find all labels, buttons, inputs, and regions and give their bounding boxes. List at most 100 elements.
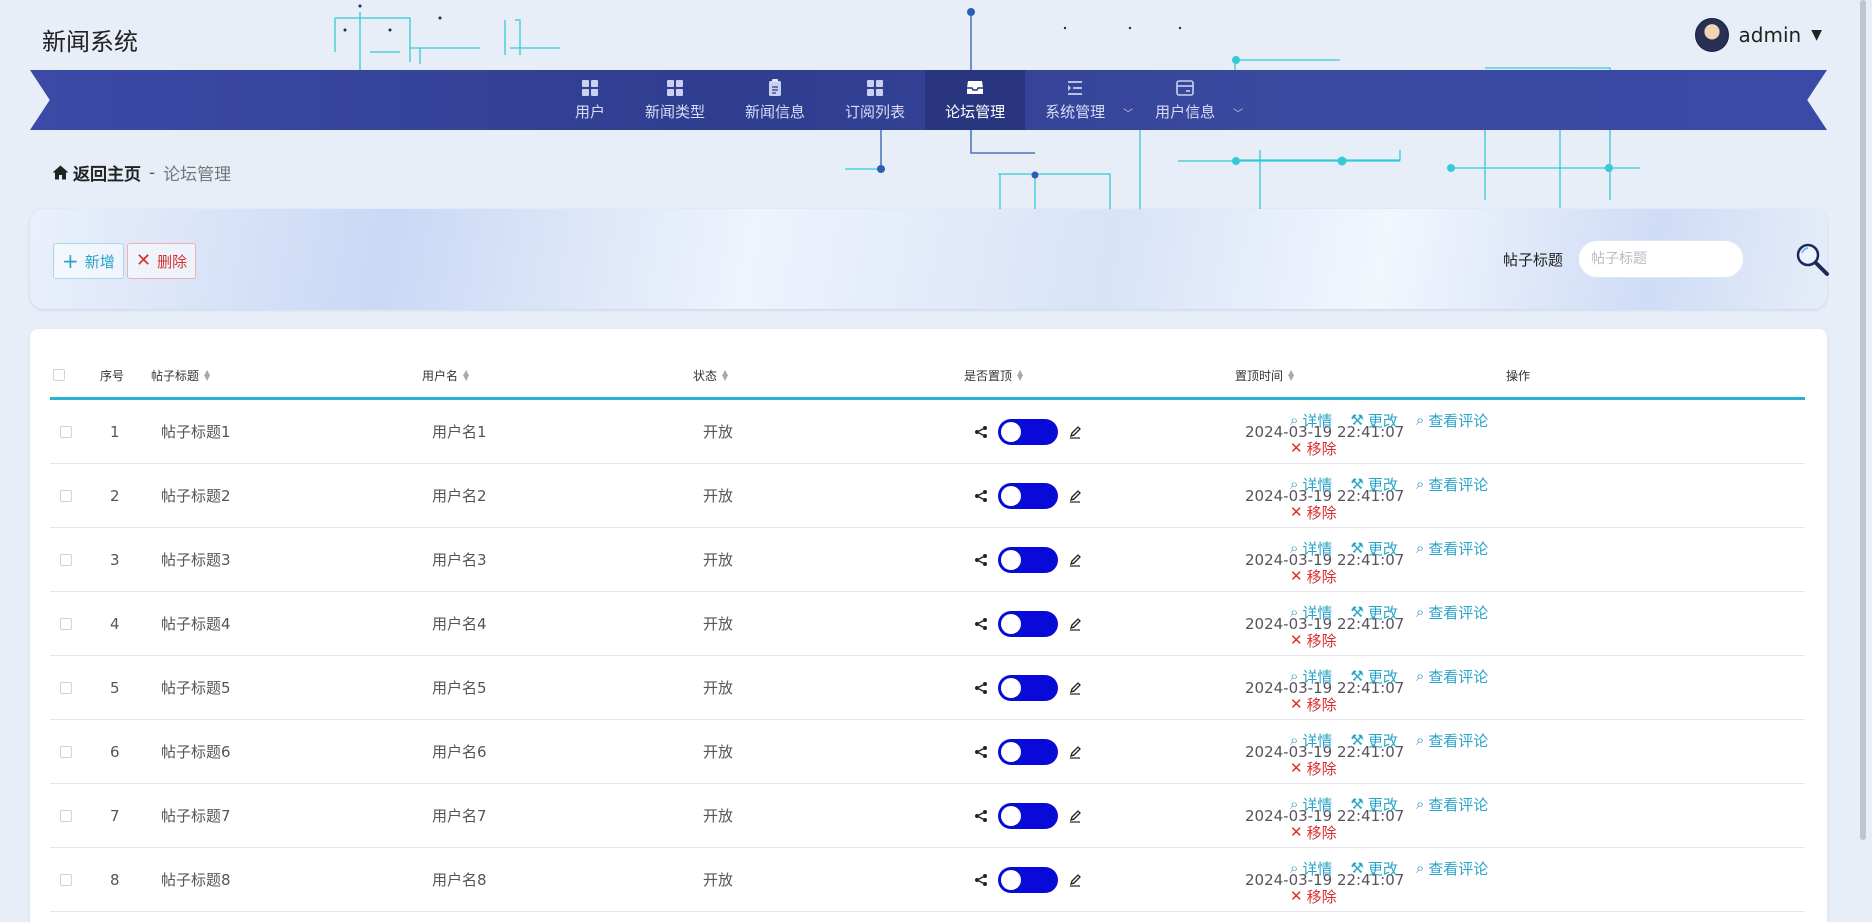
nav-item-forum[interactable]: 论坛管理	[925, 70, 1026, 130]
row-checkbox[interactable]	[60, 464, 72, 527]
edit-button[interactable]: ⚒ 更改	[1350, 730, 1397, 751]
pin-toggle[interactable]	[998, 482, 1058, 509]
view-comments-button[interactable]: ⌕ 查看评论	[1416, 730, 1488, 751]
row-checkbox[interactable]	[60, 592, 72, 655]
comments-label: 查看评论	[1428, 475, 1489, 494]
detail-button[interactable]: ⌕ 详情	[1290, 666, 1332, 687]
breadcrumb-home-link[interactable]: 返回主页	[52, 160, 141, 185]
column-pinned[interactable]: 是否置顶 ▲ ▼	[964, 353, 1023, 397]
pin-toggle[interactable]	[998, 546, 1058, 573]
nav-item-news-info[interactable]: 新闻信息	[725, 70, 825, 130]
edit-button[interactable]: ⚒ 更改	[1350, 794, 1397, 815]
comments-icon: ⌕	[1415, 411, 1425, 429]
nav-item-user-info[interactable]: 用户信息 ﹀	[1135, 70, 1245, 130]
column-username[interactable]: 用户名 ▲ ▼	[422, 353, 469, 397]
tools-icon: ⚒	[1350, 603, 1364, 621]
select-all-checkbox[interactable]	[53, 353, 65, 397]
row-username: 用户名8	[432, 871, 487, 889]
pin-toggle[interactable]	[998, 866, 1058, 893]
edit-icon[interactable]	[1068, 809, 1082, 823]
detail-button[interactable]: ⌕ 详情	[1290, 602, 1332, 623]
edit-icon[interactable]	[1068, 745, 1082, 759]
row-checkbox[interactable]	[60, 656, 72, 719]
remove-button[interactable]: ✕ 移除	[1290, 886, 1337, 907]
edit-icon[interactable]	[1068, 873, 1082, 887]
nav-item-subscriptions[interactable]: 订阅列表	[825, 70, 925, 130]
pin-toggle[interactable]	[998, 610, 1058, 637]
remove-button[interactable]: ✕ 移除	[1290, 502, 1337, 523]
pin-toggle[interactable]	[998, 674, 1058, 701]
row-status: 开放	[703, 615, 734, 633]
share-icon[interactable]	[974, 489, 988, 503]
detail-label: 详情	[1302, 731, 1333, 750]
share-icon[interactable]	[974, 745, 988, 759]
row-username: 用户名3	[432, 551, 487, 569]
view-comments-button[interactable]: ⌕ 查看评论	[1416, 538, 1488, 559]
breadcrumb: 返回主页 - 论坛管理	[52, 160, 231, 185]
row-checkbox[interactable]	[60, 784, 72, 847]
row-checkbox[interactable]	[60, 848, 72, 911]
scrollbar[interactable]	[1858, 0, 1868, 922]
column-pin-time[interactable]: 置顶时间 ▲ ▼	[1235, 353, 1294, 397]
column-title[interactable]: 帖子标题 ▲ ▼	[151, 353, 210, 397]
view-comments-button[interactable]: ⌕ 查看评论	[1416, 410, 1488, 431]
column-status[interactable]: 状态 ▲ ▼	[693, 353, 728, 397]
search-input[interactable]	[1578, 240, 1744, 278]
detail-button[interactable]: ⌕ 详情	[1290, 410, 1332, 431]
edit-icon[interactable]	[1068, 489, 1082, 503]
detail-button[interactable]: ⌕ 详情	[1290, 474, 1332, 495]
edit-button[interactable]: ⚒ 更改	[1350, 538, 1397, 559]
scrollbar-thumb[interactable]	[1860, 0, 1866, 840]
share-icon[interactable]	[974, 809, 988, 823]
edit-button[interactable]: ⚒ 更改	[1350, 474, 1397, 495]
nav-item-system[interactable]: 系统管理 ﹀	[1025, 70, 1135, 130]
row-title: 帖子标题1	[161, 423, 231, 441]
detail-icon: ⌕	[1290, 475, 1299, 493]
view-comments-button[interactable]: ⌕ 查看评论	[1416, 666, 1488, 687]
pin-toggle[interactable]	[998, 418, 1058, 445]
edit-button[interactable]: ⚒ 更改	[1350, 858, 1397, 879]
pin-toggle[interactable]	[998, 802, 1058, 829]
detail-button[interactable]: ⌕ 详情	[1290, 794, 1332, 815]
edit-icon[interactable]	[1068, 681, 1082, 695]
share-icon[interactable]	[974, 425, 988, 439]
view-comments-button[interactable]: ⌕ 查看评论	[1416, 602, 1488, 623]
row-checkbox[interactable]	[60, 720, 72, 783]
view-comments-button[interactable]: ⌕ 查看评论	[1416, 858, 1488, 879]
remove-button[interactable]: ✕ 移除	[1290, 822, 1337, 843]
add-button[interactable]: + 新增	[53, 243, 124, 279]
share-icon[interactable]	[974, 553, 988, 567]
detail-button[interactable]: ⌕ 详情	[1290, 538, 1332, 559]
row-index: 3	[110, 550, 120, 569]
nav-item-news-types[interactable]: 新闻类型	[625, 70, 725, 130]
pin-toggle[interactable]	[998, 738, 1058, 765]
detail-button[interactable]: ⌕ 详情	[1290, 730, 1332, 751]
share-icon[interactable]	[974, 681, 988, 695]
delete-button[interactable]: ✕ 删除	[127, 243, 197, 279]
user-menu[interactable]: admin ▼	[1694, 18, 1822, 52]
edit-button[interactable]: ⚒ 更改	[1350, 666, 1397, 687]
view-comments-button[interactable]: ⌕ 查看评论	[1416, 474, 1488, 495]
edit-icon[interactable]	[1068, 617, 1082, 631]
view-comments-button[interactable]: ⌕ 查看评论	[1416, 794, 1488, 815]
edit-button[interactable]: ⚒ 更改	[1350, 602, 1397, 623]
edit-icon[interactable]	[1068, 553, 1082, 567]
nav-item-users[interactable]: 用户	[555, 70, 625, 130]
detail-button[interactable]: ⌕ 详情	[1290, 858, 1332, 879]
search-icon[interactable]	[1794, 241, 1830, 277]
remove-button[interactable]: ✕ 移除	[1290, 758, 1337, 779]
remove-button[interactable]: ✕ 移除	[1290, 694, 1337, 715]
share-icon[interactable]	[974, 873, 988, 887]
share-icon[interactable]	[974, 617, 988, 631]
edit-button[interactable]: ⚒ 更改	[1350, 410, 1397, 431]
row-checkbox[interactable]	[60, 400, 72, 463]
remove-button[interactable]: ✕ 移除	[1290, 438, 1337, 459]
edit-icon[interactable]	[1068, 425, 1082, 439]
chevron-down-icon: ﹀	[1233, 109, 1244, 120]
table-header: 序号 帖子标题 ▲ ▼ 用户名 ▲ ▼ 状态 ▲ ▼ 是否置顶 ▲ ▼ 置顶时间 ▲ ▼ 操作	[50, 353, 1805, 400]
row-pinned	[974, 784, 1082, 847]
app-title: 新闻系统	[42, 28, 138, 56]
remove-button[interactable]: ✕ 移除	[1290, 566, 1337, 587]
row-checkbox[interactable]	[60, 528, 72, 591]
remove-button[interactable]: ✕ 移除	[1290, 630, 1337, 651]
